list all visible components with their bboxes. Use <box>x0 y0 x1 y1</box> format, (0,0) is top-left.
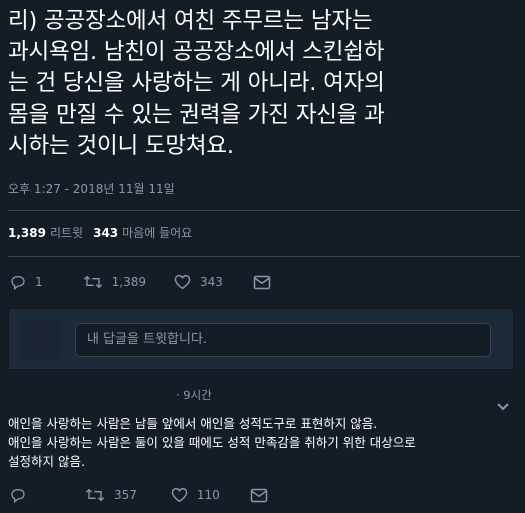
tweet-text-line: 리) 공공장소에서 여친 주무르는 남자는 <box>8 8 373 34</box>
retweet-icon <box>85 487 105 503</box>
reply-composer: 내 답글을 트윗합니다. <box>8 308 514 370</box>
like-icon <box>174 274 191 290</box>
avatar <box>21 319 61 359</box>
tweet-text-line: 몸을 만질 수 있는 권력을 가진 자신을 과 <box>8 101 385 128</box>
dm-icon <box>253 275 271 290</box>
tweet-actions: 1 1,389 343 <box>10 274 293 290</box>
dm-icon <box>250 488 268 503</box>
like-stat-count: 343 <box>93 226 119 240</box>
reply-text-line: 애인을 사랑하는 사람은 남들 앞에서 애인을 성적도구로 표현하지 않음. <box>8 416 378 431</box>
divider <box>8 210 520 211</box>
retweet-stat-label: 리트윗 <box>49 226 84 240</box>
retweet-stat-count: 1,389 <box>8 226 46 240</box>
dm-button[interactable] <box>250 488 268 503</box>
reply-text-line: 애인을 사랑하는 사람은 둘이 있을 때에도 성적 만족감을 취하기 위한 대상… <box>8 435 416 450</box>
like-icon <box>171 487 188 503</box>
retweet-count: 357 <box>114 488 137 502</box>
like-button[interactable]: 110 <box>171 487 220 503</box>
dm-button[interactable] <box>253 275 271 290</box>
reply-input[interactable]: 내 답글을 트윗합니다. <box>75 323 491 357</box>
retweet-stat[interactable]: 1,389 리트윗 <box>8 224 83 241</box>
like-count: 110 <box>196 488 220 502</box>
reply-button[interactable] <box>10 487 35 503</box>
reply-button[interactable]: 1 <box>10 274 43 290</box>
like-stat-label: 마음에 들어요 <box>122 226 193 240</box>
reply-text-line: 설정하지 않음. <box>8 454 85 469</box>
tweet-text-line: 시하는 것이니 도망쳐요. <box>8 132 234 159</box>
divider <box>230 256 520 257</box>
reply-text: 애인을 사랑하는 사람은 남들 앞에서 애인을 성적도구로 표현하지 않음. 애… <box>8 414 513 471</box>
tweet-stats: 1,389 리트윗 343 마음에 들어요 <box>8 224 192 241</box>
reply-actions: 357 110 <box>10 487 290 503</box>
like-button[interactable]: 343 <box>174 274 223 290</box>
divider <box>8 256 230 257</box>
retweet-icon <box>83 274 103 290</box>
tweet-text-line: 과시욕임. 남친이 공공장소에서 스킨쉽하 <box>8 39 385 66</box>
retweet-count: 1,389 <box>111 275 146 289</box>
retweet-button[interactable]: 1,389 <box>83 274 146 290</box>
retweet-button[interactable]: 357 <box>85 487 137 503</box>
like-count: 343 <box>200 275 223 289</box>
reply-icon <box>10 274 26 290</box>
tweet-timestamp[interactable]: 오후 1:27 - 2018년 11월 11일 <box>8 180 175 197</box>
tweet-detail-page: 리) 공공장소에서 여친 주무르는 남자는 과시욕임. 남친이 공공장소에서 스… <box>0 0 525 513</box>
like-stat[interactable]: 343 마음에 들어요 <box>93 224 192 241</box>
tweet-text-line: 는 건 당신을 사랑하는 게 아니라. 여자의 <box>8 70 385 97</box>
tweet-text: 리) 공공장소에서 여친 주무르는 남자는 과시욕임. 남친이 공공장소에서 스… <box>8 6 520 162</box>
reply-count: 1 <box>35 275 43 289</box>
reply-timestamp[interactable]: · 9시간 <box>176 387 212 403</box>
reply-icon <box>10 487 26 503</box>
